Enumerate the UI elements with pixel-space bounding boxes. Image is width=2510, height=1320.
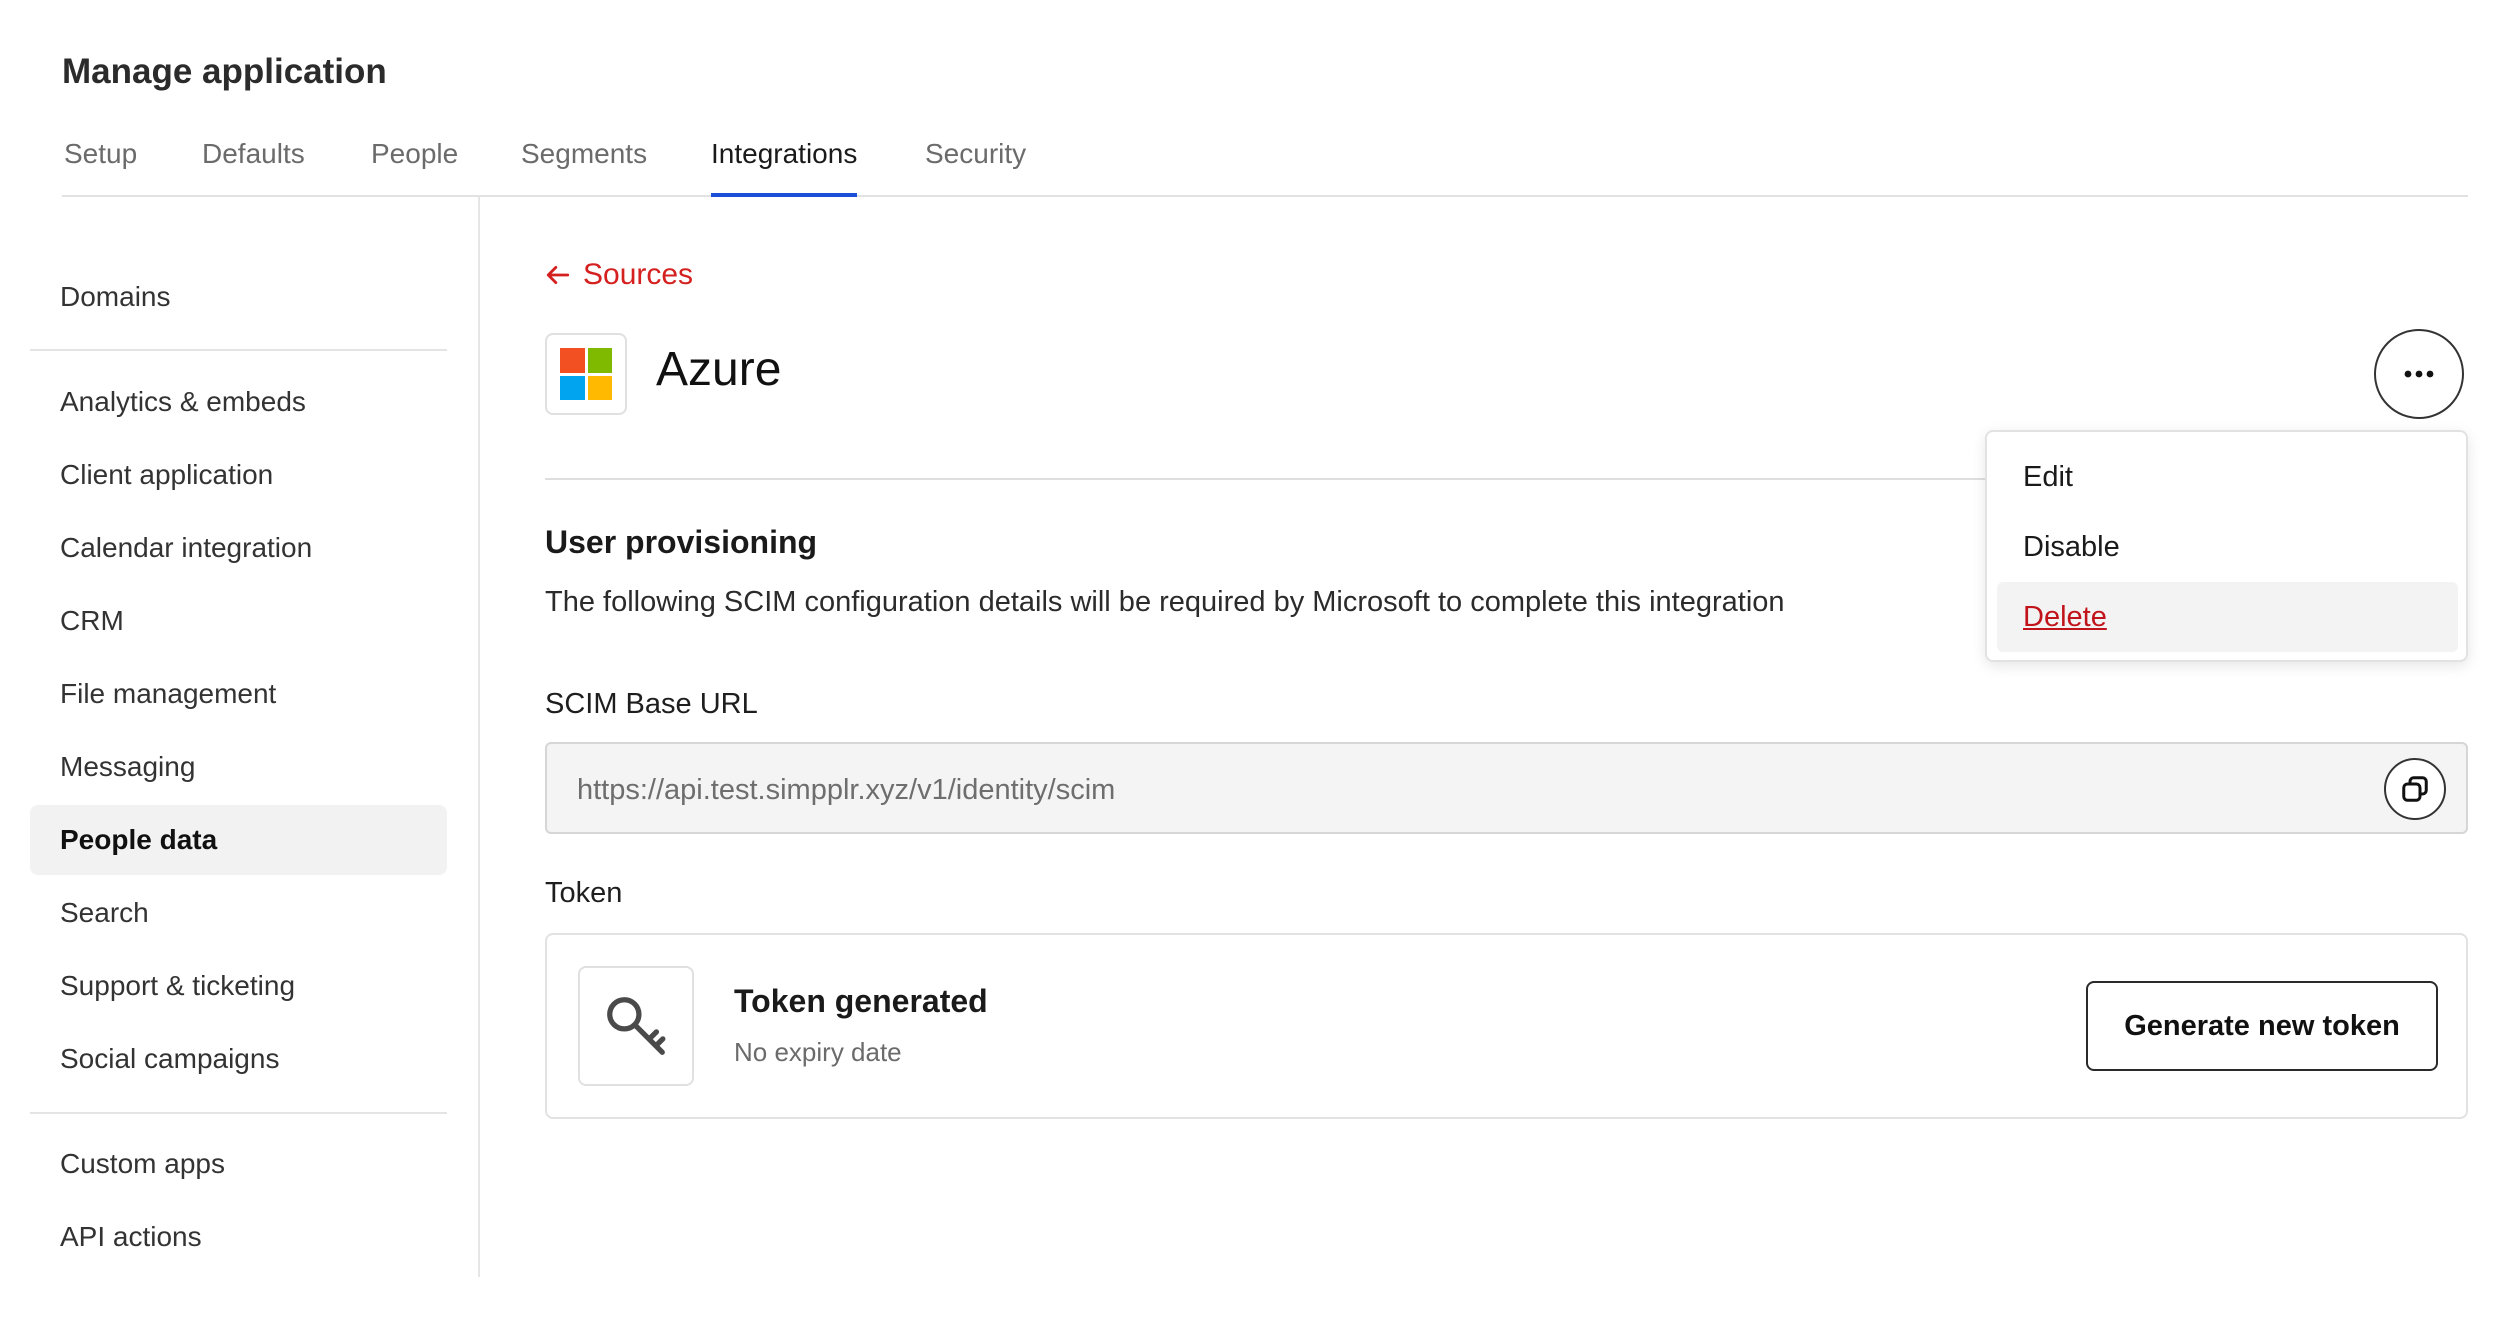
sidebar-item-messaging[interactable]: Messaging [30, 732, 447, 802]
scim-url-label: SCIM Base URL [545, 688, 758, 720]
page: Manage application Setup Defaults People… [0, 0, 2510, 1320]
tab-security[interactable]: Security [925, 138, 1026, 197]
sidebar-divider [30, 349, 447, 351]
sidebar-item-custom-apps[interactable]: Custom apps [30, 1129, 447, 1199]
sidebar-item-crm[interactable]: CRM [30, 586, 447, 656]
generate-token-button[interactable]: Generate new token [2086, 981, 2438, 1071]
key-icon [607, 997, 666, 1055]
page-title: Manage application [62, 52, 387, 91]
tab-setup[interactable]: Setup [64, 138, 137, 197]
copy-button[interactable] [2384, 758, 2446, 820]
sidebar-item-api-actions[interactable]: API actions [30, 1202, 447, 1272]
token-label: Token [545, 877, 623, 909]
sidebar-divider [30, 1112, 447, 1114]
logo-square-blue [560, 375, 585, 400]
sidebar-item-analytics-embeds[interactable]: Analytics & embeds [30, 367, 447, 437]
tab-people[interactable]: People [371, 138, 458, 197]
logo-square-red [560, 348, 585, 373]
tab-bar: Setup Defaults People Segments Integrati… [62, 132, 2468, 197]
section-description: The following SCIM configuration details… [545, 586, 1785, 618]
logo-square-yellow [587, 375, 612, 400]
tab-segments[interactable]: Segments [521, 138, 647, 197]
sidebar-item-client-application[interactable]: Client application [30, 440, 447, 510]
scim-url-input[interactable] [577, 766, 2277, 814]
tab-integrations[interactable]: Integrations [711, 138, 858, 197]
sidebar-item-domains[interactable]: Domains [30, 262, 447, 332]
menu-item-edit[interactable]: Edit [1997, 442, 2458, 512]
sidebar-item-calendar-integration[interactable]: Calendar integration [30, 513, 447, 583]
copy-icon [2402, 776, 2428, 802]
sidebar: Domains Analytics & embeds Client applic… [30, 197, 480, 1277]
section-title: User provisioning [545, 524, 818, 560]
app-name: Azure [656, 343, 782, 396]
sidebar-item-support-ticketing[interactable]: Support & ticketing [30, 951, 447, 1021]
token-title: Token generated [734, 983, 988, 1019]
more-horizontal-icon [2404, 370, 2434, 378]
microsoft-logo [560, 348, 612, 400]
scim-url-field [545, 742, 2468, 834]
menu-item-delete[interactable]: Delete [1997, 582, 2458, 652]
sidebar-item-file-management[interactable]: File management [30, 659, 447, 729]
sidebar-item-social-campaigns[interactable]: Social campaigns [30, 1024, 447, 1094]
logo-square-green [587, 348, 612, 373]
sidebar-item-search[interactable]: Search [30, 878, 447, 948]
sidebar-item-people-data[interactable]: People data [30, 805, 447, 875]
menu-item-disable[interactable]: Disable [1997, 512, 2458, 582]
more-options-button[interactable] [2374, 329, 2464, 419]
token-card: Token generated No expiry date Generate … [545, 933, 2468, 1119]
back-link-sources[interactable]: Sources [545, 258, 693, 292]
key-icon-box [578, 966, 694, 1086]
arrow-left-icon [546, 266, 570, 284]
options-dropdown-menu: Edit Disable Delete [1985, 430, 2468, 662]
app-logo [545, 333, 627, 415]
back-link-label: Sources [583, 258, 694, 291]
token-subtitle: No expiry date [734, 1037, 902, 1067]
tab-defaults[interactable]: Defaults [202, 138, 305, 197]
